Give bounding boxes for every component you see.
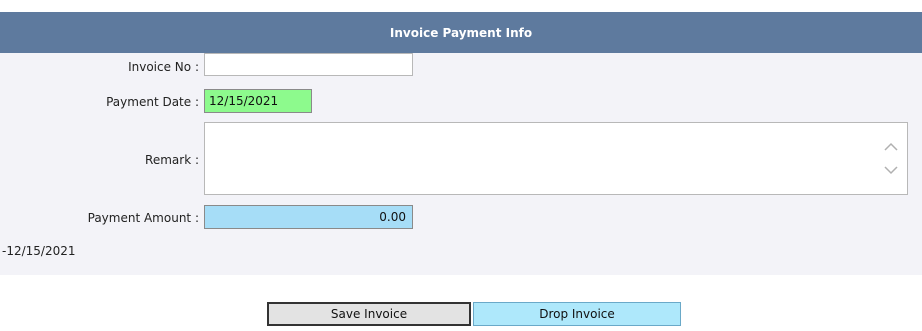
payment-date-field[interactable]: 12/15/2021: [204, 89, 312, 113]
payment-amount-field[interactable]: 0.00: [204, 205, 413, 229]
invoice-no-input[interactable]: [204, 53, 413, 76]
save-invoice-label: Save Invoice: [330, 307, 408, 321]
remark-label: Remark :: [145, 153, 199, 167]
remark-textarea[interactable]: [204, 122, 908, 195]
save-invoice-button[interactable]: Save Invoice: [267, 302, 471, 326]
panel-header: Invoice Payment Info: [0, 12, 922, 53]
drop-invoice-button[interactable]: Drop Invoice: [473, 302, 681, 326]
invoice-no-label: Invoice No :: [128, 60, 199, 74]
payment-date-label: Payment Date :: [106, 95, 199, 109]
panel-title: Invoice Payment Info: [389, 25, 533, 40]
payment-amount-label: Payment Amount :: [87, 211, 199, 225]
drop-invoice-label: Drop Invoice: [539, 307, 615, 321]
chevron-down-icon[interactable]: [883, 163, 899, 177]
date-note: -12/15/2021: [2, 244, 76, 258]
chevron-up-icon[interactable]: [883, 139, 899, 153]
